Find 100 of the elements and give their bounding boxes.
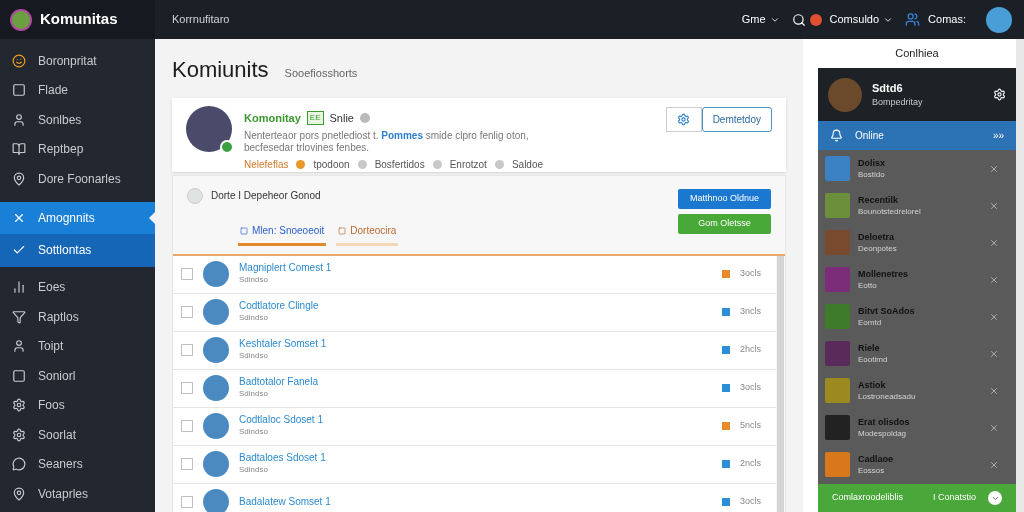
member-row[interactable]: Codtlaloc Sdoset 1 Sdindso 5ncls bbox=[173, 407, 776, 446]
close-icon[interactable] bbox=[989, 311, 999, 322]
sidebar-item[interactable]: Amognnits bbox=[0, 201, 155, 234]
member-avatar bbox=[203, 299, 229, 325]
more-label[interactable]: »» bbox=[992, 128, 1004, 143]
row-checkbox[interactable] bbox=[181, 458, 193, 470]
member-subtitle: Sdindso bbox=[239, 426, 269, 438]
friend-name: Riele bbox=[858, 342, 881, 354]
friend-status: Lostroneadsadu bbox=[858, 390, 917, 402]
member-row[interactable]: Badtaloes Sdoset 1 Sdindso 2ncls bbox=[173, 445, 776, 484]
close-icon[interactable] bbox=[989, 200, 999, 211]
friend-row[interactable]: Riele Eootimd bbox=[818, 335, 1016, 372]
member-count: 2hcls bbox=[740, 343, 762, 357]
sidebar-item[interactable]: Toipt bbox=[0, 331, 155, 361]
member-avatar bbox=[203, 489, 229, 512]
sidebar-item[interactable]: Foos bbox=[0, 390, 155, 420]
friend-row[interactable]: Astiok Lostroneadsadu bbox=[818, 372, 1016, 409]
friend-name: Erat olisdos bbox=[858, 416, 911, 428]
square-icon bbox=[338, 226, 347, 235]
user-avatar bbox=[828, 77, 862, 112]
sidebar-item[interactable]: Sonlbes bbox=[0, 105, 155, 135]
close-icon[interactable] bbox=[989, 385, 999, 396]
meta-label: Bosfertidos bbox=[374, 157, 425, 172]
friend-row[interactable]: Dolisx Bostido bbox=[818, 150, 1016, 187]
row-checkbox[interactable] bbox=[181, 496, 193, 508]
member-name[interactable]: Codtlatore Clingle bbox=[239, 300, 712, 312]
scrollbar[interactable] bbox=[1016, 39, 1024, 512]
sidebar-item[interactable]: Eoes bbox=[0, 272, 155, 302]
friend-row[interactable]: Mollenetres Eotto bbox=[818, 261, 1016, 298]
friend-row[interactable]: Cadlaoe Eossos bbox=[818, 446, 1016, 483]
friend-row[interactable]: Erat olisdos Modespoldag bbox=[818, 409, 1016, 446]
logo-text: Komunitas bbox=[40, 9, 118, 30]
member-row[interactable]: Codtlatore Clingle Sdindso 3ncls bbox=[173, 293, 776, 332]
friend-status: Eotto bbox=[858, 279, 878, 291]
close-icon[interactable] bbox=[989, 348, 999, 359]
square-icon bbox=[12, 368, 26, 383]
menu-dropdown[interactable]: Comsuldo bbox=[829, 11, 894, 28]
meta-icon bbox=[296, 159, 306, 169]
avatar[interactable] bbox=[986, 6, 1012, 33]
sidebar-item[interactable]: Boronpritat bbox=[0, 46, 155, 76]
expand-button[interactable] bbox=[988, 491, 1002, 505]
tab[interactable]: Dorteocira bbox=[336, 221, 399, 246]
friend-row[interactable]: Recentilk Bounotstedrelorel bbox=[818, 187, 1016, 224]
sidebar-item[interactable]: Raptlos bbox=[0, 302, 155, 332]
row-checkbox[interactable] bbox=[181, 306, 193, 318]
member-row[interactable]: Badalatew Somset 1 3ocls bbox=[173, 483, 776, 512]
pin-icon bbox=[12, 486, 26, 501]
close-icon[interactable] bbox=[989, 274, 999, 285]
member-row[interactable]: Magniplert Comest 1 Sdindso 3ocls bbox=[173, 255, 776, 294]
member-name[interactable]: Magniplert Comest 1 bbox=[239, 262, 712, 274]
footer-bar[interactable]: Comlaxroodeliblis I Conatstio bbox=[818, 484, 1016, 512]
online-label: Online bbox=[855, 129, 885, 143]
tab[interactable]: Mlen: Snoeoeoit bbox=[238, 221, 327, 246]
member-name[interactable]: Codtlaloc Sdoset 1 bbox=[239, 414, 712, 426]
member-subtitle: Sdindso bbox=[239, 350, 269, 362]
settings-icon[interactable] bbox=[993, 88, 1006, 101]
success-button[interactable]: Gom Oletsse bbox=[678, 213, 771, 234]
member-name[interactable]: Badtaloes Sdoset 1 bbox=[239, 452, 712, 464]
sidebar-item[interactable]: Seaners bbox=[0, 449, 155, 479]
footer-label: Comlaxroodeliblis bbox=[832, 491, 905, 505]
sidebar-item[interactable]: Flade bbox=[0, 75, 155, 105]
member-name[interactable]: Keshtaler Somset 1 bbox=[239, 338, 712, 350]
row-checkbox[interactable] bbox=[181, 344, 193, 356]
friend-row[interactable]: Deloetra Deonpotes bbox=[818, 224, 1016, 261]
close-icon[interactable] bbox=[989, 163, 999, 174]
settings-button[interactable] bbox=[665, 107, 702, 132]
users-icon[interactable] bbox=[905, 12, 921, 27]
member-name[interactable]: Badtotalor Fanela bbox=[239, 376, 712, 388]
user-icon bbox=[12, 112, 26, 127]
sidebar-item[interactable]: Soorlat bbox=[0, 420, 155, 450]
row-checkbox[interactable] bbox=[181, 268, 193, 280]
footer-action[interactable]: I Conatstio bbox=[932, 491, 976, 505]
friend-row[interactable]: Bitvt SoAdos Eomtd bbox=[818, 298, 1016, 335]
member-name[interactable]: Badalatew Somset 1 bbox=[239, 496, 712, 508]
member-row[interactable]: Badtotalor Fanela Sdindso 3ocls bbox=[173, 369, 776, 408]
sidebar-item[interactable]: Votaprles bbox=[0, 479, 155, 509]
notification-badge[interactable] bbox=[809, 13, 822, 26]
sidebar-item[interactable]: Reptbep bbox=[0, 134, 155, 164]
primary-button[interactable]: Matthnoo Oldnue bbox=[678, 188, 771, 209]
member-avatar bbox=[203, 337, 229, 363]
friend-avatar bbox=[825, 304, 850, 329]
menu-dropdown[interactable]: Gme bbox=[741, 11, 780, 28]
profile-tag: EE bbox=[306, 111, 324, 126]
sidebar-item[interactable]: Soniorl bbox=[0, 361, 155, 391]
action-button[interactable]: Demtetdoy bbox=[701, 107, 772, 132]
row-checkbox[interactable] bbox=[181, 382, 193, 394]
meta-icon bbox=[432, 159, 442, 169]
member-row[interactable]: Keshtaler Somset 1 Sdindso 2hcls bbox=[173, 331, 776, 370]
user-subtitle: Bompedritay bbox=[872, 95, 924, 109]
close-icon[interactable] bbox=[989, 422, 999, 433]
close-icon[interactable] bbox=[989, 237, 999, 248]
online-row[interactable]: Online »» bbox=[818, 121, 1016, 150]
row-checkbox[interactable] bbox=[181, 420, 193, 432]
search-icon[interactable] bbox=[791, 12, 806, 27]
close-icon[interactable] bbox=[989, 459, 999, 470]
friend-avatar bbox=[825, 267, 850, 292]
scrollbar[interactable] bbox=[777, 255, 784, 512]
sidebar-item[interactable]: Sottlontas bbox=[0, 233, 155, 267]
meta-label: tpodoon bbox=[313, 157, 350, 172]
sidebar-item[interactable]: Dore Foonarles bbox=[0, 164, 155, 194]
